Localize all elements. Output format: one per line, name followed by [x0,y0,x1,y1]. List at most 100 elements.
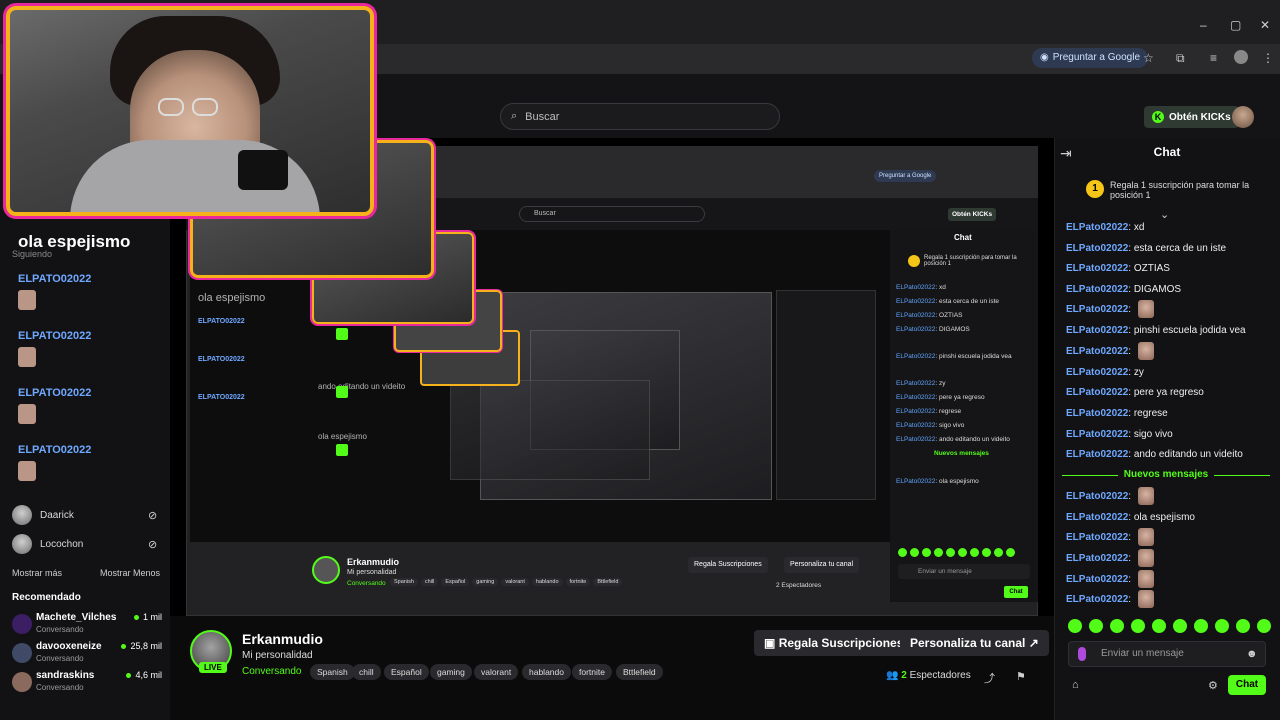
chat-text: DIGAMOS [1133,283,1182,295]
streamer-name[interactable]: Erkanmudio [242,631,323,647]
gift-subscriptions-button[interactable]: ▣ Regala Suscripciones [754,630,914,656]
search-input[interactable]: ⌕ Buscar [500,103,780,130]
chat-username[interactable]: ELPato02022 [1066,553,1128,564]
mirrored-emote-bar [898,548,1015,557]
chat-text: OZTIAS [1133,262,1170,274]
emote-bar [1068,619,1271,633]
emote-icon[interactable] [1089,619,1103,633]
chat-text: esta cerca de un iste [1133,242,1227,254]
settings-gear-icon[interactable]: ⚙ [1208,679,1218,692]
emote-image [1137,528,1154,546]
chat-text: sigo vivo [1133,428,1173,440]
sub-gift-prompt[interactable]: Regala 1 suscripción para tomar la posic… [1110,180,1250,200]
chat-username[interactable]: ELPato02022 [1066,491,1128,502]
follow-user-icon[interactable]: ⚑ [1016,670,1026,683]
mirrored-sub-text: Regala 1 suscripción para tomar la posic… [924,255,1017,267]
profile-avatar[interactable] [1234,50,1248,64]
chat-username[interactable]: ELPato02022 [1066,284,1128,295]
emote-icon[interactable] [1152,619,1166,633]
chat-message: ELPato02022: [1066,528,1154,546]
chat-username[interactable]: ELPato02022 [1066,449,1128,460]
emote-icon[interactable] [1110,619,1124,633]
chat-username[interactable]: ELPato02022 [1066,304,1128,315]
expand-icon[interactable]: ⌄ [1160,208,1169,221]
share-icon[interactable]: ⤴ [984,670,995,686]
show-more-link[interactable]: Mostrar más [12,568,62,578]
chat-username[interactable]: ELPato02022 [1066,429,1128,440]
overlay-username: ELPATO02022 [18,273,92,285]
mirrored-chat-message: ELPato02022: ando editando un videito [896,436,1010,443]
chat-username[interactable]: ELPato02022 [1066,346,1128,357]
recommended-channel[interactable]: Machete_Vilches Conversando 1 mil [12,612,162,638]
emote-icon[interactable] [1257,619,1271,633]
close-icon[interactable]: ✕ [1260,18,1270,32]
tag-fortnite[interactable]: fortnite [572,664,612,680]
chat-input[interactable]: Enviar un mensaje [1068,641,1266,667]
emote-icon[interactable] [1131,619,1145,633]
chat-username[interactable]: ELPato02022 [1066,325,1128,336]
chat-username[interactable]: ELPato02022 [1066,367,1128,378]
chat-username[interactable]: ELPato02022 [1066,408,1128,419]
chat-message: ELPato02022: ola espejismo [1066,509,1195,525]
chat-username[interactable]: ELPato02022 [1066,532,1128,543]
emote-icon[interactable] [1236,619,1250,633]
customize-channel-button[interactable]: Personaliza tu canal ↗ [900,630,1049,656]
mirrored-stream-title: Mi personalidad [347,569,397,576]
emote-icon[interactable] [1194,619,1208,633]
emote-icon[interactable] [1215,619,1229,633]
chat-separator: : [1128,531,1134,543]
mirrored-chat-message: ELPato02022: sigo vivo [896,422,965,429]
chat-message: ELPato02022: pinshi escuela jodida vea [1066,322,1246,338]
tag-espanol[interactable]: Español [384,664,429,680]
tag-chill[interactable]: chill [352,664,381,680]
chat-username[interactable]: ELPato02022 [1066,243,1128,254]
sidebar-item-daarick[interactable]: Daarick [12,505,74,525]
minimize-icon[interactable]: – [1200,18,1207,32]
tag: Spanish [390,578,418,586]
chat-username[interactable]: ELPato02022 [1066,222,1128,233]
emote-image [1137,590,1154,608]
chat-message: ELPato02022: [1066,570,1154,588]
ghost-message: ola espejismo [198,292,266,304]
tag-valorant[interactable]: valorant [474,664,519,680]
recommended-title: Recomendado [12,592,81,603]
mirrored-gift-button: Regala Suscripciones [688,557,768,573]
media-icon[interactable]: ≡ [1210,51,1217,65]
chat-username[interactable]: ELPato02022 [1066,263,1128,274]
tag-spanish[interactable]: Spanish [310,664,355,680]
tag: hablando [531,578,563,586]
show-less-link[interactable]: Mostrar Menos [100,568,160,578]
mic-icon[interactable] [1078,647,1086,661]
tag-hablando[interactable]: hablando [522,664,571,680]
tag-gaming[interactable]: gaming [430,664,472,680]
chat-username[interactable]: ELPato02022 [1066,512,1128,523]
ask-google-button[interactable]: ◉ Preguntar a Google [1032,48,1149,68]
chat-username[interactable]: ELPato02022 [1066,574,1128,585]
recommended-channel[interactable]: davooxeneize Conversando 25,8 mil [12,641,162,667]
emote-image [1137,487,1154,505]
maximize-icon[interactable]: ▢ [1230,18,1241,32]
menu-icon[interactable]: ⋮ [1262,51,1274,65]
overlay-emote [18,404,36,424]
extensions-icon[interactable]: ⧉ [1176,51,1185,66]
send-chat-button[interactable]: Chat [1228,675,1266,695]
chat-separator: : [1128,345,1134,357]
get-kicks-button[interactable]: K Obtén KICKs [1144,106,1239,128]
store-icon[interactable]: ⌂ [1072,679,1079,691]
mirrored-chat-button: Chat [1004,586,1028,598]
emote-icon[interactable] [1173,619,1187,633]
emote-icon[interactable] [1068,619,1082,633]
emoji-picker-icon[interactable]: ☻ [1246,648,1258,660]
recommended-channel[interactable]: sandraskins Conversando 4,6 mil [12,670,162,696]
viewers-icon: 👥 [886,670,899,681]
user-avatar[interactable] [1232,106,1254,128]
sidebar-item-locochon[interactable]: Locochon [12,534,83,554]
bookmark-star-icon[interactable]: ☆ [1143,51,1154,65]
chat-username[interactable]: ELPato02022 [1066,387,1128,398]
chat-username[interactable]: ELPato02022 [1066,594,1128,605]
tag: Español [441,578,470,586]
overlay-emote [18,347,36,367]
chat-text: regrese [1133,407,1168,419]
tag-bttlefield[interactable]: Bttlefield [616,664,663,680]
stream-category[interactable]: Conversando [242,666,301,677]
